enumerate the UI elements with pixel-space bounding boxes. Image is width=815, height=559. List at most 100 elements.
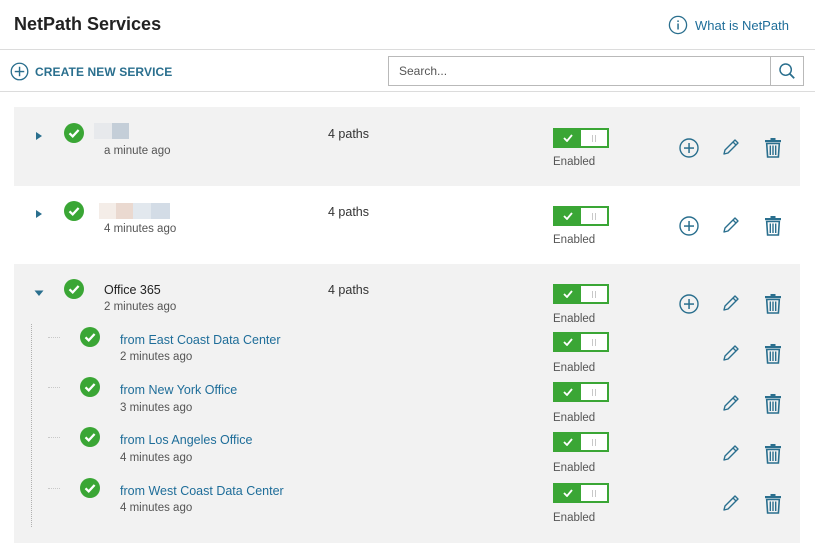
delete-button[interactable] (764, 215, 782, 236)
add-path-button[interactable] (679, 138, 699, 158)
enable-toggle[interactable] (553, 284, 609, 304)
path-name-link[interactable]: from New York Office (120, 383, 237, 397)
tree-connector (48, 387, 60, 388)
trash-icon (765, 394, 781, 414)
plus-circle-icon (679, 294, 699, 314)
check-icon (563, 290, 573, 298)
path-time: 2 minutes ago (120, 351, 193, 363)
delete-button[interactable] (764, 293, 782, 314)
edit-button[interactable] (721, 137, 741, 157)
enable-toggle[interactable] (553, 483, 609, 503)
enable-toggle[interactable] (553, 128, 609, 148)
edit-button[interactable] (721, 493, 741, 513)
delete-button[interactable] (764, 443, 782, 464)
status-ok-icon (64, 201, 84, 221)
plus-circle-icon (679, 138, 699, 158)
check-icon (563, 212, 573, 220)
plus-circle-icon (10, 62, 29, 81)
pencil-icon (723, 495, 739, 511)
path-time: 4 minutes ago (120, 452, 193, 464)
what-is-netpath-link[interactable]: What is NetPath (668, 15, 789, 35)
trash-icon (765, 294, 781, 314)
pencil-icon (723, 295, 739, 311)
redacted-service-name (94, 123, 129, 139)
path-time: 4 minutes ago (120, 502, 193, 514)
path-name-link[interactable]: from Los Angeles Office (120, 433, 252, 447)
trash-icon (765, 494, 781, 514)
create-new-service-button[interactable]: CREATE NEW SERVICE (10, 62, 172, 81)
edit-button[interactable] (721, 215, 741, 235)
paths-count: 4 paths (328, 283, 370, 297)
help-link-label: What is NetPath (695, 17, 789, 33)
trash-icon (765, 444, 781, 464)
edit-button[interactable] (721, 293, 741, 313)
status-ok-icon (64, 279, 84, 299)
toolbar: CREATE NEW SERVICE (0, 51, 815, 92)
tree-connector (48, 437, 60, 438)
check-icon (563, 489, 573, 497)
pencil-icon (723, 217, 739, 233)
toggle-label: Enabled (553, 412, 596, 424)
paths-count: 4 paths (328, 127, 370, 141)
path-name-link[interactable]: from West Coast Data Center (120, 484, 284, 498)
check-icon (563, 438, 573, 446)
search-box (388, 56, 804, 86)
edit-button[interactable] (721, 393, 741, 413)
tree-connector (48, 488, 60, 489)
pencil-icon (723, 445, 739, 461)
trash-icon (765, 216, 781, 236)
check-icon (563, 388, 573, 396)
search-icon (779, 63, 795, 79)
expand-chevron-icon[interactable] (34, 128, 44, 140)
search-button[interactable] (770, 57, 803, 85)
edit-button[interactable] (721, 343, 741, 363)
page-title: NetPath Services (14, 14, 162, 34)
collapse-chevron-icon[interactable] (34, 285, 44, 296)
pencil-icon (723, 395, 739, 411)
toggle-label: Enabled (553, 234, 596, 246)
path-time: 3 minutes ago (120, 402, 193, 414)
trash-icon (765, 138, 781, 158)
enable-toggle[interactable] (553, 432, 609, 452)
pencil-icon (723, 345, 739, 361)
plus-circle-icon (679, 216, 699, 236)
search-input[interactable] (389, 57, 770, 85)
edit-button[interactable] (721, 443, 741, 463)
delete-button[interactable] (764, 393, 782, 414)
info-icon (668, 15, 688, 35)
redacted-service-name (99, 203, 170, 219)
toggle-label: Enabled (553, 362, 596, 374)
pencil-icon (723, 139, 739, 155)
status-ok-icon (80, 478, 100, 498)
service-name[interactable]: Office 365 (104, 283, 161, 297)
trash-icon (765, 344, 781, 364)
tree-connector (31, 324, 32, 527)
tree-connector (48, 337, 60, 338)
create-button-label: CREATE NEW SERVICE (35, 64, 173, 79)
page-header: NetPath Services What is NetPath (0, 0, 815, 50)
toggle-label: Enabled (553, 512, 596, 524)
toggle-label: Enabled (553, 313, 596, 325)
service-time: 4 minutes ago (104, 223, 177, 235)
status-ok-icon (80, 377, 100, 397)
enable-toggle[interactable] (553, 206, 609, 226)
status-ok-icon (80, 427, 100, 447)
expand-chevron-icon[interactable] (34, 206, 44, 218)
check-icon (563, 338, 573, 346)
service-time: a minute ago (104, 145, 171, 157)
toggle-label: Enabled (553, 462, 596, 474)
paths-count: 4 paths (328, 205, 370, 219)
check-icon (563, 134, 573, 142)
toggle-label: Enabled (553, 156, 596, 168)
add-path-button[interactable] (679, 294, 699, 314)
enable-toggle[interactable] (553, 382, 609, 402)
status-ok-icon (64, 123, 84, 143)
path-name-link[interactable]: from East Coast Data Center (120, 333, 280, 347)
delete-button[interactable] (764, 137, 782, 158)
service-time: 2 minutes ago (104, 301, 177, 313)
enable-toggle[interactable] (553, 332, 609, 352)
delete-button[interactable] (764, 343, 782, 364)
add-path-button[interactable] (679, 216, 699, 236)
delete-button[interactable] (764, 493, 782, 514)
status-ok-icon (80, 327, 100, 347)
